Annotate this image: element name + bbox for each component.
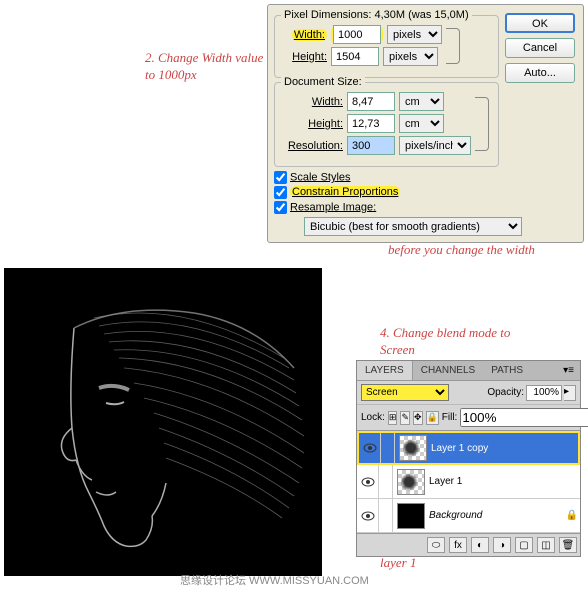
layer-thumbnail	[397, 469, 425, 495]
resolution-unit-select[interactable]: pixels/inch	[399, 136, 471, 155]
layer-mask-icon[interactable]: ◐	[471, 537, 489, 553]
annotation-blendmode: 4. Change blend mode to Screen	[380, 325, 540, 359]
fill-label: Fill:	[442, 412, 458, 423]
watermark: 思缘设计论坛 WWW.MISSYUAN.COM	[180, 572, 369, 588]
link-bracket-icon	[446, 28, 460, 64]
height-label: Height:	[283, 51, 327, 63]
pixel-dimensions-label: Pixel Dimensions: 4,30M (was 15,0M)	[281, 9, 472, 21]
link-column[interactable]	[379, 465, 393, 498]
resample-image-checkbox[interactable]	[274, 201, 287, 214]
layer-row[interactable]: Background 🔒	[357, 499, 580, 533]
cancel-button[interactable]: Cancel	[505, 38, 575, 58]
delete-layer-icon[interactable]: 🗑	[559, 537, 577, 553]
constrain-proportions-checkbox[interactable]	[274, 186, 287, 199]
scale-styles-label: Scale Styles	[290, 171, 351, 183]
doc-width-unit-select[interactable]: cm	[399, 92, 444, 111]
visibility-toggle[interactable]	[357, 499, 379, 532]
resolution-input[interactable]	[347, 136, 395, 155]
resample-method-select[interactable]: Bicubic (best for smooth gradients)	[304, 217, 522, 236]
doc-width-label: Width:	[283, 96, 343, 108]
lock-all-icon[interactable]: 🔒	[426, 411, 439, 425]
link-column[interactable]	[379, 499, 393, 532]
height-unit-select[interactable]: pixels	[383, 47, 438, 66]
link-layers-icon[interactable]: ⬭	[427, 537, 445, 553]
lock-position-icon[interactable]: ✥	[413, 411, 423, 425]
layer-name[interactable]: Layer 1 copy	[431, 443, 578, 454]
visibility-toggle[interactable]	[357, 465, 379, 498]
width-input[interactable]	[333, 25, 381, 44]
constrain-proportions-label: Constrain Proportions	[290, 186, 400, 198]
layer-name[interactable]: Layer 1	[429, 476, 580, 487]
auto-button[interactable]: Auto...	[505, 63, 575, 83]
ok-button[interactable]: OK	[505, 13, 575, 33]
lock-label: Lock:	[361, 412, 385, 423]
tab-channels[interactable]: CHANNELS	[413, 361, 483, 380]
layer-thumbnail	[399, 435, 427, 461]
new-layer-icon[interactable]: ◫	[537, 537, 555, 553]
preview-image	[4, 268, 322, 576]
fill-input[interactable]	[460, 408, 588, 427]
blend-mode-select[interactable]: Screen	[361, 384, 449, 401]
annotation-width: 2. Change Width value to 1000px	[145, 50, 265, 84]
width-label: Width:	[292, 29, 327, 41]
image-size-dialog: OK Cancel Auto... Pixel Dimensions: 4,30…	[267, 4, 584, 243]
height-input[interactable]	[331, 47, 379, 66]
layers-panel: LAYERS CHANNELS PATHS ▾≡ Screen Opacity:…	[356, 360, 581, 557]
lock-transparency-icon[interactable]: ⊞	[388, 411, 398, 425]
width-unit-select[interactable]: pixels	[387, 25, 442, 44]
layer-row[interactable]: Layer 1	[357, 465, 580, 499]
visibility-toggle[interactable]	[359, 433, 381, 463]
resample-image-label: Resample Image:	[290, 201, 376, 213]
doc-height-input[interactable]	[347, 114, 395, 133]
layer-group-icon[interactable]: ▢	[515, 537, 533, 553]
opacity-slider-icon[interactable]: ▸	[564, 385, 576, 401]
opacity-input[interactable]	[526, 385, 562, 401]
tab-paths[interactable]: PATHS	[483, 361, 531, 380]
layer-style-icon[interactable]: fx	[449, 537, 467, 553]
scale-styles-checkbox[interactable]	[274, 171, 287, 184]
opacity-label: Opacity:	[487, 387, 524, 398]
doc-width-input[interactable]	[347, 92, 395, 111]
lock-icon: 🔒	[564, 510, 580, 521]
doc-height-label: Height:	[283, 118, 343, 130]
lock-pixels-icon[interactable]: ✎	[400, 411, 410, 425]
document-size-label: Document Size:	[281, 76, 365, 88]
panel-menu-icon[interactable]: ▾≡	[557, 361, 580, 380]
layer-thumbnail	[397, 503, 425, 529]
layer-name[interactable]: Background	[429, 510, 564, 521]
link-column[interactable]	[381, 433, 395, 463]
resolution-label: Resolution:	[283, 140, 343, 152]
layer-row[interactable]: Layer 1 copy	[357, 431, 580, 465]
doc-height-unit-select[interactable]: cm	[399, 114, 444, 133]
adjustment-layer-icon[interactable]: ◑	[493, 537, 511, 553]
link-bracket-icon	[475, 97, 489, 151]
tab-layers[interactable]: LAYERS	[357, 361, 413, 380]
